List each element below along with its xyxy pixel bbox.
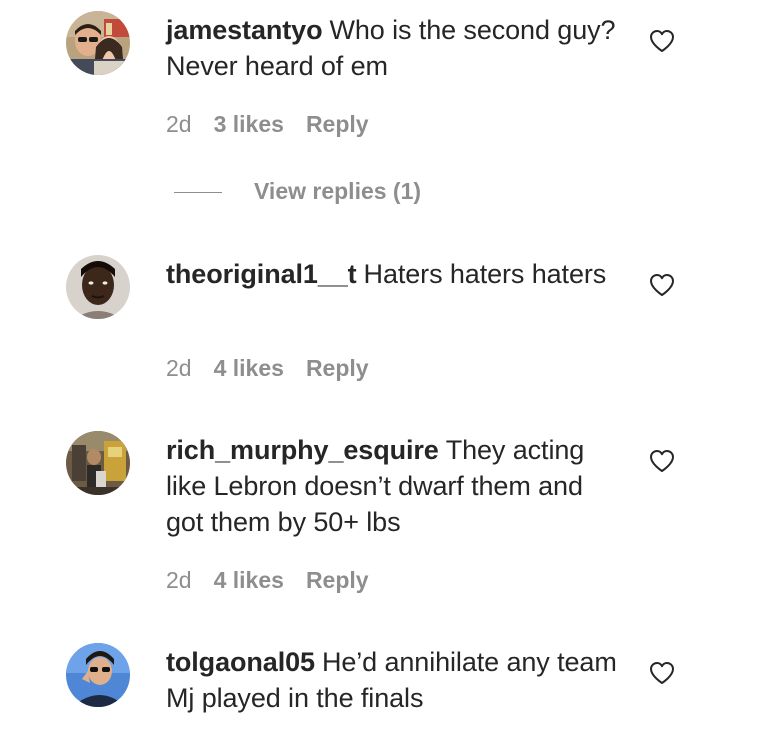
comment-text-block: jamestantyo Who is the second guy? Never … bbox=[166, 12, 622, 84]
avatar[interactable] bbox=[66, 11, 130, 75]
replies-divider-line bbox=[174, 192, 222, 193]
comment-meta: 2d 4 likes Reply bbox=[166, 567, 391, 594]
view-replies-button[interactable]: View replies (1) bbox=[254, 178, 421, 205]
comment-username[interactable]: rich_murphy_esquire bbox=[166, 435, 439, 465]
comment-meta: 2d 4 likes Reply bbox=[166, 355, 391, 382]
comment-text-block: theoriginal1__t Haters haters haters bbox=[166, 256, 622, 292]
reply-button[interactable]: Reply bbox=[306, 355, 369, 381]
avatar-image bbox=[66, 643, 130, 707]
comment-text-block: tolgaonal05 He’d annihilate any team Mj p… bbox=[166, 644, 622, 716]
comment-text-block: rich_murphy_esquire They acting like Lebr… bbox=[166, 432, 622, 540]
comment-username[interactable]: jamestantyo bbox=[166, 15, 323, 45]
comment-age: 2d bbox=[166, 111, 192, 137]
like-heart-icon[interactable] bbox=[649, 449, 675, 473]
reply-button[interactable]: Reply bbox=[306, 111, 369, 137]
avatar[interactable] bbox=[66, 255, 130, 319]
like-heart-icon[interactable] bbox=[649, 661, 675, 685]
comment-age: 2d bbox=[166, 567, 192, 593]
comment-body: Haters haters haters bbox=[363, 259, 607, 289]
avatar-image bbox=[66, 431, 130, 495]
avatar-image bbox=[66, 11, 130, 75]
comment-likes[interactable]: 3 likes bbox=[214, 111, 284, 137]
comment-age: 2d bbox=[166, 355, 192, 381]
comment-likes[interactable]: 4 likes bbox=[214, 567, 284, 593]
avatar-image bbox=[66, 255, 130, 319]
comment-meta: 2d 3 likes Reply bbox=[166, 111, 391, 138]
like-heart-icon[interactable] bbox=[649, 29, 675, 53]
like-heart-icon[interactable] bbox=[649, 273, 675, 297]
reply-button[interactable]: Reply bbox=[306, 567, 369, 593]
comment-username[interactable]: theoriginal1__t bbox=[166, 259, 357, 289]
avatar[interactable] bbox=[66, 431, 130, 495]
comment-username[interactable]: tolgaonal05 bbox=[166, 647, 315, 677]
avatar[interactable] bbox=[66, 643, 130, 707]
comment-likes[interactable]: 4 likes bbox=[214, 355, 284, 381]
